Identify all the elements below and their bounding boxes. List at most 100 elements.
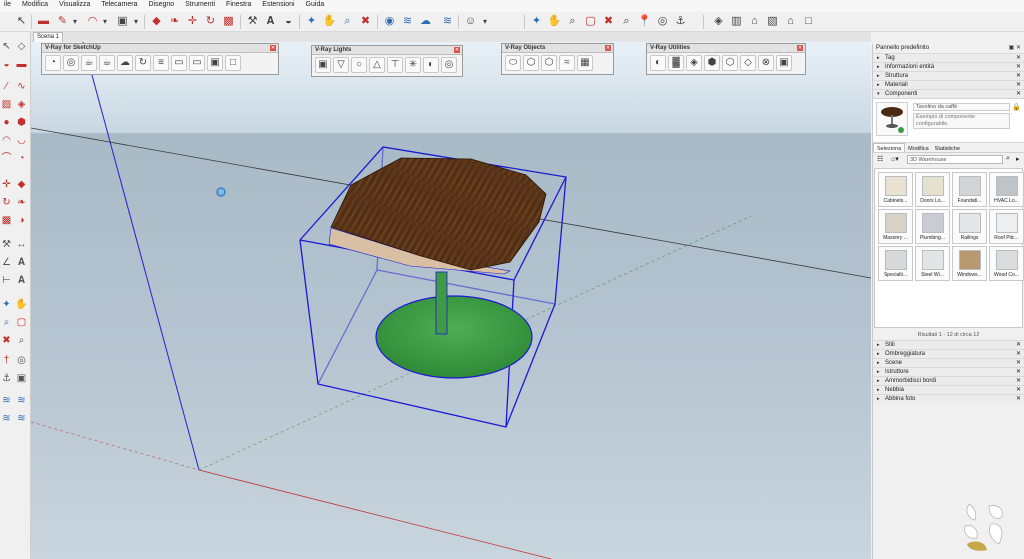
zoom-window-icon[interactable]: ▢ [583,14,598,29]
section-scenes[interactable]: Scene✕ [873,358,1024,368]
vray-frame-buffer2-icon[interactable]: ▭ [189,55,205,71]
menu-guida[interactable]: Guida [302,0,330,8]
scale-icon[interactable]: ▩ [221,14,236,29]
warehouse-tool-icon[interactable]: ≋ [0,412,13,425]
close-icon[interactable]: ✕ [797,45,803,51]
home-icon[interactable]: ⌂▾ [891,155,899,163]
menu-modifica[interactable]: Modifica [18,0,53,8]
vray-teapot-icon[interactable]: ☕ [81,55,97,71]
pencil-dropdown-icon[interactable]: ▾ [71,14,79,29]
zoom-extents-tool-icon[interactable]: ✖ [0,334,13,347]
light-gen-icon[interactable]: ◎ [441,57,457,73]
rotate-tool-icon[interactable]: ↻ [0,196,13,209]
back-view-icon[interactable]: ⌂ [783,14,798,29]
arc2-tool-icon[interactable]: ◡ [15,134,28,147]
section-styles[interactable]: Stili✕ [873,340,1024,350]
vray-interactive-icon[interactable]: ☕ [99,55,115,71]
vray-batch-icon[interactable]: ↻ [135,55,151,71]
close-icon[interactable]: ✕ [270,45,276,51]
account-dropdown-icon[interactable]: ▾ [481,14,489,29]
search-icon[interactable]: ⌕ [1006,155,1010,163]
arc-dropdown-icon[interactable]: ▾ [101,14,109,29]
lock-icon[interactable]: 🔒 [1012,103,1021,111]
paint-bucket-icon[interactable]: ◒ [281,14,296,29]
iso-view-icon[interactable]: ◈ [711,14,726,29]
vray-asset-editor-icon[interactable]: ◔ [45,55,61,71]
menu-telecamera[interactable]: Telecamera [97,0,142,8]
select-tool-icon[interactable]: ↖ [0,40,13,53]
scale-tool-icon[interactable]: ▩ [0,214,13,227]
vray-render-icon[interactable]: ◎ [63,55,79,71]
cube-icon[interactable]: ⬡ [722,55,738,71]
model-viewport[interactable]: V-Ray for SketchUp ✕ ◔ ◎ ☕ ☕ ☁ ↻ ≡ ▭ ▭ ▣ … [31,42,871,559]
push-pull-tool-icon[interactable]: ◆ [15,178,28,191]
zoom-tool-icon[interactable]: ⌕ [0,316,13,329]
account-icon[interactable]: ☺ [463,14,478,29]
spot-light-icon[interactable]: ▽ [333,57,349,73]
zoom-extents-icon[interactable]: ✖ [358,14,373,29]
section-tag[interactable]: Tag✕ [873,53,1024,63]
rectangle-icon[interactable]: ▣ [115,14,130,29]
section-entity-info[interactable]: Informazioni entità✕ [873,62,1024,72]
eraser-tool-icon[interactable]: ▬ [15,58,28,71]
convert-icon[interactable]: ◇ [740,55,756,71]
close-icon[interactable]: ✕ [454,47,460,53]
component-item-windows[interactable]: Windows... [952,246,987,281]
decal-icon[interactable]: ⬢ [704,55,720,71]
position-camera-icon[interactable]: 📍 [637,14,652,29]
zoom-2-icon[interactable]: ⌕ [565,14,580,29]
fur-icon[interactable]: ≈ [559,55,575,71]
3d-text-tool-icon[interactable]: 𝐀 [15,274,28,287]
pan-tool-icon[interactable]: ✋ [15,298,28,311]
vray-frame-buffer-icon[interactable]: ▭ [171,55,187,71]
component-item-steel[interactable]: Steel Wi... [915,246,950,281]
section-soften-edges[interactable]: Ammorbidisci bordi✕ [873,376,1024,386]
menu-visualizza[interactable]: Visualizza [55,0,95,8]
select-icon[interactable]: ↖ [14,14,29,29]
dome-light-icon[interactable]: ⊤ [387,57,403,73]
arc-tool-icon[interactable]: ◠ [0,134,13,147]
walk-tool-icon[interactable]: ⚓ [0,372,13,385]
paint-tool-icon[interactable]: ◒ [0,58,13,71]
vray-viewport-icon[interactable]: ▣ [207,55,223,71]
section-tool-icon[interactable]: ▣ [15,372,28,385]
extension-tool-icon[interactable]: ≋ [15,412,28,425]
walk-icon[interactable]: ⚓ [673,14,688,29]
proxy-import-icon[interactable]: ⬡ [541,55,557,71]
component-item-cabinets[interactable]: Cabinets... [878,172,913,207]
view-options-icon[interactable]: ☷ [877,155,883,163]
menu-file[interactable]: ile [0,0,16,8]
offset-tool-icon[interactable]: ◑ [15,214,28,227]
component-item-masonry[interactable]: Masonry ... [878,209,913,244]
menu-finestra[interactable]: Finestra [222,0,256,8]
section-shadows[interactable]: Ombreggiatura✕ [873,349,1024,359]
axes-tool-icon[interactable]: ⊢ [0,274,13,287]
section-outliner[interactable]: Struttura✕ [873,71,1024,81]
omni-light-icon[interactable]: ○ [351,57,367,73]
pie-tool-icon[interactable]: ◔ [15,152,28,165]
make-component-icon[interactable]: ◇ [15,40,28,53]
push-pull-icon[interactable]: ◆ [149,14,164,29]
component-item-wood[interactable]: Wood Co... [989,246,1024,281]
previous-view-icon[interactable]: ⌕ [619,14,634,29]
component-item-hvac[interactable]: HVAC Lo... [989,172,1024,207]
zoom-icon[interactable]: ⌕ [340,14,355,29]
vray-cloud-icon[interactable]: ☁ [117,55,133,71]
orbit-2-icon[interactable]: ✦ [529,14,544,29]
help-icon[interactable]: ▣ [776,55,792,71]
section-components[interactable]: Componenti✕ [873,89,1024,99]
infinite-plane-icon[interactable]: ⬭ [505,55,521,71]
scene-tab-1[interactable]: Scena 1 [33,32,64,42]
rect-light-icon[interactable]: ▣ [315,57,331,73]
mesh-clipper-icon[interactable]: ▦ [577,55,593,71]
previous-tool-icon[interactable]: ⌕ [15,334,28,347]
sandbox2-icon[interactable]: ≋ [15,394,28,407]
circle-tool-icon[interactable]: ● [0,116,13,129]
dimension-tool-icon[interactable]: ↔ [15,238,28,251]
move-icon[interactable]: ✛ [185,14,200,29]
extension-manager-icon[interactable]: ≋ [440,14,455,29]
toggle-icon[interactable]: ⊗ [758,55,774,71]
component-item-railings[interactable]: Railings [952,209,987,244]
eraser-icon[interactable]: ▬ [36,14,51,29]
component-item-foundation[interactable]: Foundati... [952,172,987,207]
